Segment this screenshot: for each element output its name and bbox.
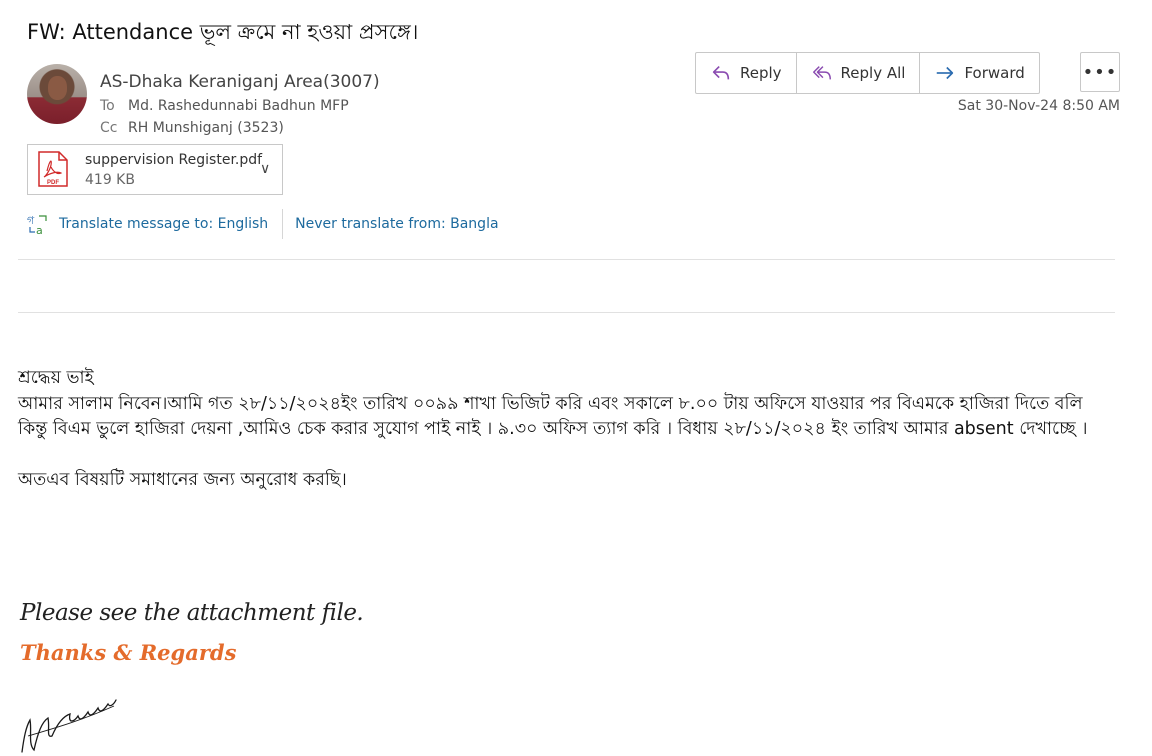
svg-text:গ: গ [27,214,35,227]
body-divider [18,312,1115,313]
signature-note: Please see the attachment file. [20,600,364,626]
forward-button[interactable]: Forward [920,53,1038,93]
reply-all-label: Reply All [840,64,906,82]
signature-regards: Thanks & Regards [20,640,237,665]
attachment-name: suppervision Register.pdf [85,152,263,168]
email-subject: FW: Attendance ভূল ক্রমে না হওয়া প্রসঙ্… [27,20,419,44]
header-divider [18,259,1115,260]
attachment-card[interactable]: PDF suppervision Register.pdf 419 KB ∨ [27,144,283,195]
more-actions-button[interactable]: ••• [1080,52,1120,92]
reply-button[interactable]: Reply [696,53,797,93]
cc-row: Cc RH Munshiganj (3523) [100,120,284,136]
forward-label: Forward [964,64,1025,82]
reply-label: Reply [740,64,782,82]
to-row: To Md. Rashedunnabi Badhun MFP [100,98,349,114]
pdf-badge: PDF [47,180,59,186]
body-paragraph-1: আমার সালাম নিবেন।আমি গত ২৮/১১/২০২৪ইং তার… [18,393,1083,414]
received-date: Sat 30-Nov-24 8:50 AM [957,98,1120,114]
message-toolbar: Reply Reply All Forward [695,52,1040,94]
body-paragraph-3: অতএব বিষয়টি সমাধানের জন্য অনুরোধ করছি। [18,469,347,490]
cc-label: Cc [100,120,118,136]
translate-separator [282,209,284,239]
to-label: To [100,98,115,114]
pdf-file-icon: PDF [38,151,68,187]
reply-all-icon [812,66,831,80]
never-translate-link[interactable]: Never translate from: Bangla [295,216,498,232]
translate-icon: গ a [27,214,47,235]
forward-icon [937,66,954,80]
message-body: শ্রদ্ধেয় ভাই আমার সালাম নিবেন।আমি গত ২৮… [18,366,1118,493]
cc-recipient[interactable]: RH Munshiganj (3523) [128,120,284,136]
sender-avatar[interactable] [27,64,87,124]
reply-all-button[interactable]: Reply All [797,53,921,93]
handwritten-signature [21,699,117,753]
translate-message-link[interactable]: Translate message to: English [59,216,268,232]
attachment-size: 419 KB [85,172,135,188]
greeting: শ্রদ্ধেয় ভাই [18,368,94,388]
chevron-down-icon[interactable]: ∨ [260,161,270,177]
to-recipient[interactable]: Md. Rashedunnabi Badhun MFP [128,98,349,114]
more-icon: ••• [1082,61,1118,83]
sender-name[interactable]: AS-Dhaka Keraniganj Area(3007) [100,72,380,92]
reply-icon [712,65,730,80]
svg-text:a: a [36,224,43,235]
body-paragraph-2: কিন্তু বিএম ভুলে হাজিরা দেয়না ,আমিও চেক… [18,419,1088,439]
translate-bar: গ a Translate message to: English Never … [27,209,499,239]
